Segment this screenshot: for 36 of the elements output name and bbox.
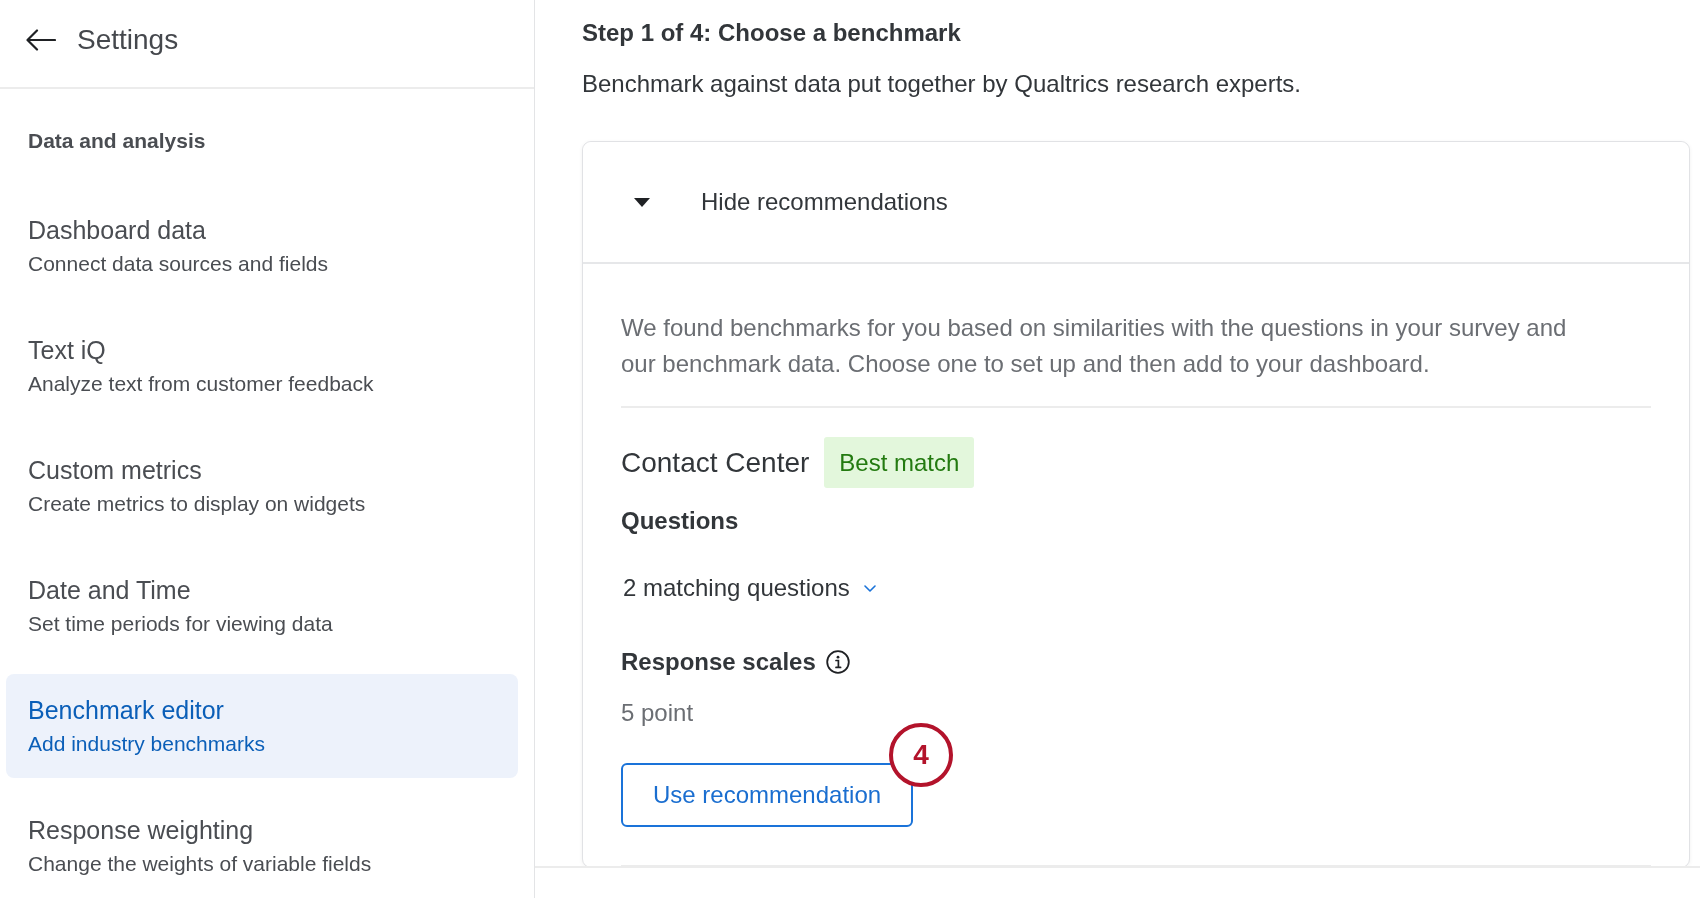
sidebar-item[interactable]: Text iQ Analyze text from customer feedback (6, 314, 518, 418)
step-description: Benchmark against data put together by Qualtrics research experts. (582, 69, 1303, 99)
response-scales-label: Response scales (621, 647, 816, 677)
item-subtitle: Add industry benchmarks (28, 731, 265, 757)
item-title: Benchmark editor (28, 695, 224, 726)
info-icon[interactable] (825, 650, 850, 674)
settings-title: Settings (77, 22, 179, 57)
back-arrow-icon[interactable] (26, 28, 56, 51)
sidebar-item[interactable]: Dashboard data Connect data sources and fields (6, 194, 518, 298)
item-title: Dashboard data (28, 215, 206, 246)
sidebar-item[interactable]: Response weighting Change the weights of variable fields (6, 794, 518, 898)
section-heading: Data and analysis (28, 129, 207, 153)
matching-questions-dropdown[interactable]: 2 matching questions (621, 573, 876, 603)
item-title: Text iQ (28, 335, 106, 366)
use-recommendation-button[interactable]: Use recommendation (621, 763, 914, 827)
item-subtitle: Create metrics to display on widgets (28, 491, 366, 517)
sidebar-item[interactable]: Date and Time Set time periods for viewing data (6, 554, 518, 658)
intro-text: We found benchmarks for you based on similarities with the questions in your survey and our benchmark data. Choose one to set up and then add to your dashboard. (621, 313, 1568, 379)
step-title: Step 1 of 4: Choose a benchmark (582, 18, 962, 48)
chevron-down-icon (863, 584, 876, 592)
sidebar-item[interactable]: Benchmark editor Add industry benchmarks (6, 674, 518, 778)
caret-icon (634, 197, 650, 207)
recommendations-toggle[interactable]: Hide recommendations (583, 142, 1689, 264)
item-subtitle: Set time periods for viewing data (28, 611, 333, 637)
sidebar-item[interactable]: Custom metrics Create metrics to display on widgets (6, 434, 518, 538)
response-scale-value: 5 point (621, 698, 695, 728)
best-match-badge: Best match (824, 437, 975, 488)
item-title: Custom metrics (28, 455, 202, 486)
questions-label: Questions (621, 506, 740, 536)
step-callout: 4 (889, 723, 953, 787)
item-title: Response weighting (28, 815, 254, 846)
benchmark-name: Contact Center (621, 445, 810, 480)
item-subtitle: Change the weights of variable fields (28, 851, 372, 877)
item-title: Date and Time (28, 575, 191, 606)
item-subtitle: Analyze text from customer feedback (28, 371, 374, 397)
item-subtitle: Connect data sources and fields (28, 251, 329, 277)
